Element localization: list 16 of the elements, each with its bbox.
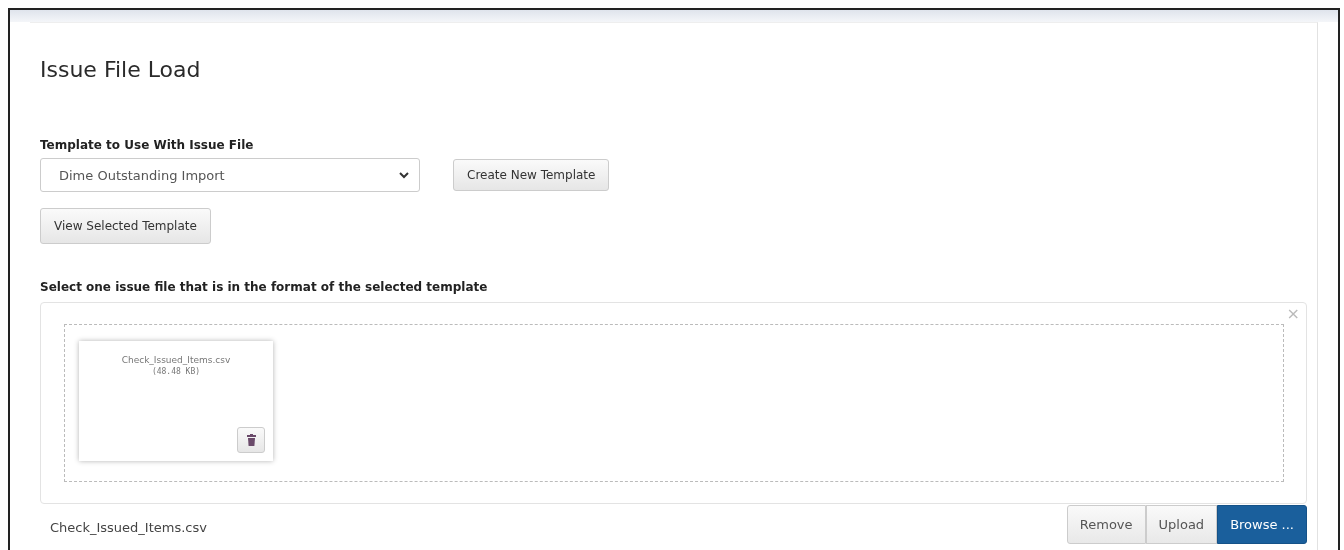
delete-button[interactable] <box>237 427 265 453</box>
file-prompt: Select one issue file that is in the format of the selected template <box>40 280 489 294</box>
template-dropdown[interactable]: Dime Outstanding Import <box>40 158 420 192</box>
file-name: Check_Issued_Items.csv <box>121 355 231 365</box>
selected-file-name: Check_Issued_Items.csv <box>49 519 207 535</box>
chevron-icon <box>399 171 409 179</box>
action-button[interactable]: Remove <box>1066 505 1146 544</box>
view-template-button[interactable]: View Selected Template <box>40 208 211 244</box>
field-label: Template to Use With Issue File <box>40 138 255 152</box>
file-size: (48.48 KB) <box>151 367 201 376</box>
browse-button[interactable]: Browse ... <box>1217 505 1307 544</box>
page-title: Issue File Load <box>40 57 202 82</box>
trash-icon <box>246 434 256 446</box>
dropzone[interactable]: Check_Issued_Items.csv (48.48 KB) <box>64 324 1284 482</box>
create-template-button[interactable]: Create New Template <box>453 159 610 191</box>
action-button[interactable]: Upload <box>1145 505 1218 544</box>
